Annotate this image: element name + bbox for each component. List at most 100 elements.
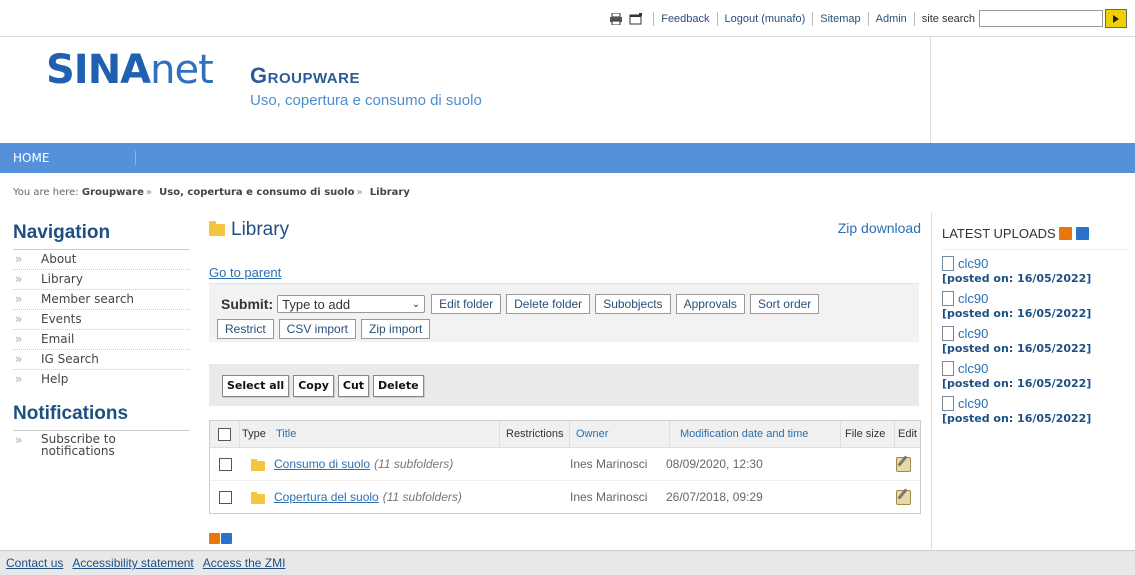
restrict-button[interactable]: Restrict: [217, 319, 274, 339]
site-footer: Contact us Accessibility statement Acces…: [0, 550, 1135, 575]
nav-item-about[interactable]: » About: [13, 250, 190, 270]
zip-import-button[interactable]: Zip import: [361, 319, 431, 339]
play-arrow-icon: [1113, 14, 1119, 23]
feedback-link[interactable]: Feedback: [661, 13, 709, 25]
delete-folder-button[interactable]: Delete folder: [506, 294, 591, 314]
folder-toolbar-row2: Restrict CSV import Zip import: [217, 319, 435, 339]
row-title-link[interactable]: Consumo di suolo: [274, 457, 370, 471]
row-edit-cell: [890, 489, 918, 505]
upload-link[interactable]: clc90: [942, 326, 1135, 341]
approvals-button[interactable]: Approvals: [675, 294, 745, 314]
atom-feed-icon[interactable]: [1075, 227, 1089, 240]
navigation-title: Navigation: [13, 222, 190, 250]
type-to-add-select[interactable]: Type to add ⌄: [277, 295, 426, 313]
contact-us-link[interactable]: Contact us: [6, 556, 63, 570]
breadcrumb-item-groupware[interactable]: Groupware: [82, 187, 144, 198]
header-restrictions: Restrictions: [500, 421, 570, 447]
upload-name: clc90: [958, 256, 989, 271]
site-search-input[interactable]: [979, 10, 1103, 27]
upload-link[interactable]: clc90: [942, 396, 1135, 411]
rss-links: [209, 533, 232, 544]
delete-button[interactable]: Delete: [373, 375, 424, 397]
copy-button[interactable]: Copy: [293, 375, 334, 397]
nav-item-label: Help: [41, 372, 69, 386]
logout-link[interactable]: Logout (munafo): [725, 13, 806, 25]
sort-order-button[interactable]: Sort order: [749, 294, 820, 314]
logo-sina: SINA: [46, 47, 151, 93]
zip-download-link[interactable]: Zip download: [838, 220, 921, 236]
bullet-icon: »: [15, 332, 23, 346]
list-item: clc90 [posted on: 16/05/2022]: [942, 256, 1135, 285]
table-row: Copertura del suolo (11 subfolders) Ines …: [210, 481, 920, 513]
subobjects-button[interactable]: Subobjects: [595, 294, 671, 314]
header-modification-date[interactable]: Modification date and time: [670, 421, 841, 447]
atom-feed-icon[interactable]: [221, 533, 232, 544]
menu-home[interactable]: HOME: [13, 151, 49, 165]
list-item: clc90 [posted on: 16/05/2022]: [942, 326, 1135, 355]
edit-icon[interactable]: [896, 456, 911, 472]
header-title[interactable]: Title: [274, 421, 500, 447]
row-owner: Ines Marinosci: [570, 457, 648, 471]
notifications-title: Notifications: [13, 403, 190, 431]
upload-link[interactable]: clc90: [942, 291, 1135, 306]
nav-item-email[interactable]: » Email: [13, 330, 190, 350]
row-checkbox[interactable]: [218, 490, 232, 504]
row-subfolder-note: (11 subfolders): [374, 457, 454, 471]
bullet-icon: »: [15, 272, 23, 286]
header-select-cell: [210, 421, 240, 447]
edit-folder-button[interactable]: Edit folder: [431, 294, 502, 314]
document-icon: [942, 396, 954, 411]
select-value: Type to add: [282, 296, 351, 312]
header-owner[interactable]: Owner: [570, 421, 670, 447]
breadcrumb-separator: »: [356, 187, 363, 198]
nav-item-events[interactable]: » Events: [13, 310, 190, 330]
separator: [716, 11, 718, 26]
upload-link[interactable]: clc90: [942, 256, 1135, 271]
latest-uploads-title: LATEST UPLOADS: [942, 226, 1128, 250]
breadcrumb-item-library: Library: [369, 187, 410, 198]
search-go-button[interactable]: [1105, 9, 1127, 28]
logo-net: net: [150, 47, 214, 93]
selection-actions: Select all Copy Cut Delete: [209, 364, 919, 406]
select-all-checkbox[interactable]: [218, 427, 231, 441]
row-title-cell: Consumo di suolo (11 subfolders): [270, 457, 570, 471]
nav-item-ig-search[interactable]: » IG Search: [13, 350, 190, 370]
folder-table: Type Title Restrictions Owner Modificati…: [209, 420, 921, 514]
action-buttons: Select all Copy Cut Delete: [222, 375, 428, 397]
nav-item-subscribe[interactable]: » Subscribe to notifications: [13, 431, 190, 460]
rss-icon[interactable]: [1058, 227, 1072, 240]
table-header: Type Title Restrictions Owner Modificati…: [210, 421, 920, 448]
upload-name: clc90: [958, 396, 989, 411]
print-icon[interactable]: [609, 12, 623, 25]
csv-import-button[interactable]: CSV import: [278, 319, 357, 339]
nav-item-library[interactable]: » Library: [13, 270, 190, 290]
site-subtitle: Uso, copertura e consumo di suolo: [250, 92, 482, 109]
row-owner: Ines Marinosci: [570, 490, 648, 504]
bullet-icon: »: [15, 312, 23, 326]
select-all-button[interactable]: Select all: [222, 375, 290, 397]
nav-item-label: Member search: [41, 292, 135, 306]
nav-item-help[interactable]: » Help: [13, 370, 190, 389]
cut-button[interactable]: Cut: [337, 375, 370, 397]
rss-icon[interactable]: [209, 533, 220, 544]
nav-item-member-search[interactable]: » Member search: [13, 290, 190, 310]
breadcrumb-item-site[interactable]: Uso, copertura e consumo di suolo: [159, 187, 354, 198]
upload-name: clc90: [958, 291, 989, 306]
edit-icon[interactable]: [896, 489, 911, 505]
footer-links: Contact us Accessibility statement Acces…: [6, 556, 294, 570]
go-to-parent-link[interactable]: Go to parent: [209, 265, 281, 280]
admin-link[interactable]: Admin: [876, 13, 907, 25]
upload-date: [posted on: 16/05/2022]: [942, 412, 1092, 425]
sitemap-link[interactable]: Sitemap: [820, 13, 860, 25]
row-title-link[interactable]: Copertura del suolo: [274, 490, 379, 504]
list-item: clc90 [posted on: 16/05/2022]: [942, 291, 1135, 320]
row-checkbox[interactable]: [218, 457, 232, 471]
row-date: 26/07/2018, 09:29: [666, 490, 763, 504]
sinanet-logo[interactable]: SINAnet: [46, 47, 214, 93]
fullscreen-icon[interactable]: [629, 12, 643, 25]
upload-link[interactable]: clc90: [942, 361, 1135, 376]
row-select-cell: [210, 490, 240, 504]
list-item: clc90 [posted on: 16/05/2022]: [942, 396, 1135, 425]
access-zmi-link[interactable]: Access the ZMI: [203, 556, 286, 570]
accessibility-statement-link[interactable]: Accessibility statement: [72, 556, 193, 570]
